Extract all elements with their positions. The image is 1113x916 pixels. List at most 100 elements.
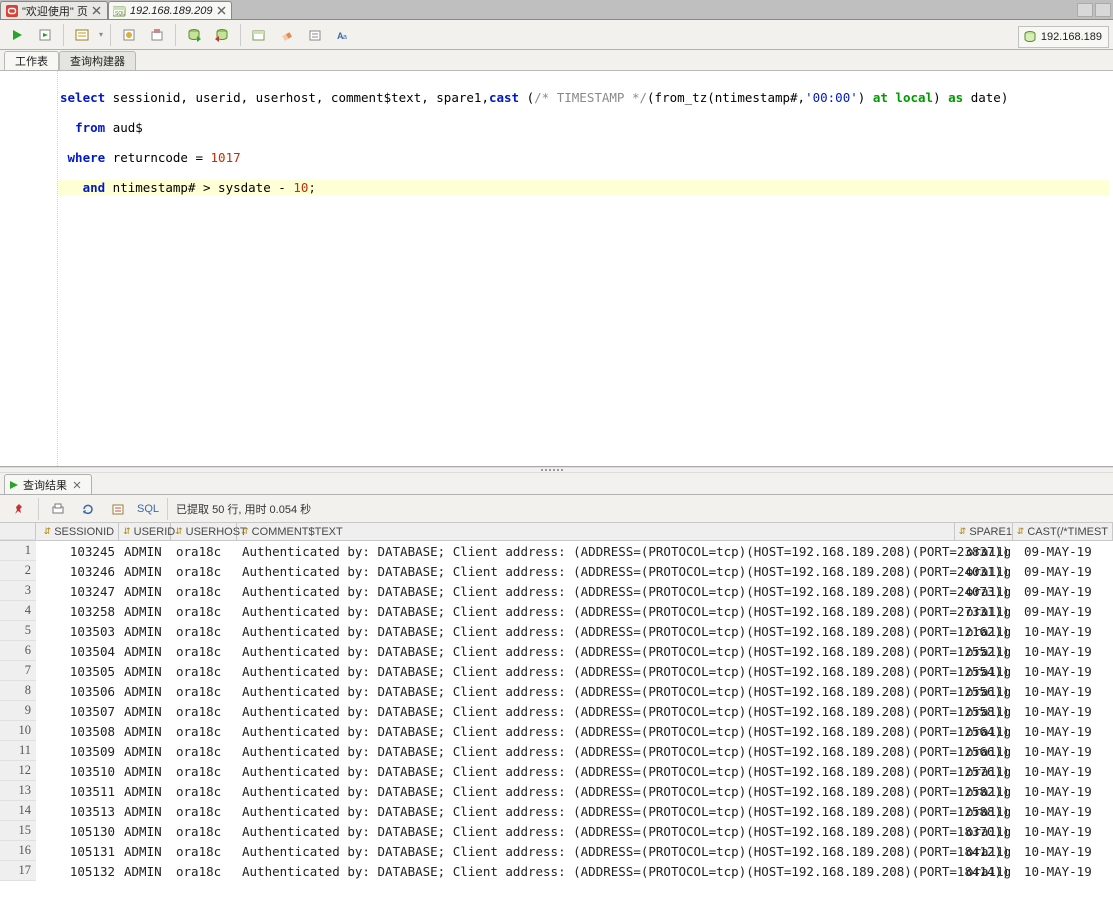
row-number: 17 (0, 861, 36, 881)
pin-button[interactable] (8, 498, 30, 520)
cell-cast: 10-MAY-19 (1020, 801, 1113, 821)
connection-indicator[interactable]: 192.168.189 (1018, 26, 1109, 48)
table-row[interactable]: 5103503ADMINora18cAuthenticated by: DATA… (0, 621, 1113, 641)
export-button[interactable] (107, 498, 129, 520)
close-icon[interactable] (215, 5, 227, 17)
oracle-icon (5, 4, 19, 18)
cell-userhost: ora18c (172, 761, 238, 781)
cell-userhost: ora18c (172, 741, 238, 761)
cell-spare1: ora11g (962, 801, 1020, 821)
table-row[interactable]: 17105132ADMINora18cAuthenticated by: DAT… (0, 861, 1113, 881)
table-row[interactable]: 13103511ADMINora18cAuthenticated by: DAT… (0, 781, 1113, 801)
refresh-button[interactable] (77, 498, 99, 520)
table-row[interactable]: 16105131ADMINora18cAuthenticated by: DAT… (0, 841, 1113, 861)
table-row[interactable]: 7103505ADMINora18cAuthenticated by: DATA… (0, 661, 1113, 681)
tab-prev-icon[interactable] (1077, 3, 1093, 17)
results-grid[interactable]: ⇵SESSIONID ⇵USERID ⇵USERHOST ⇵COMMENT$TE… (0, 523, 1113, 916)
sql-editor[interactable]: select sessionid, userid, userhost, comm… (58, 71, 1113, 466)
connection-label: 192.168.189 (1041, 31, 1102, 43)
cell-spare1: ora11g (962, 561, 1020, 581)
table-row[interactable]: 11103509ADMINora18cAuthenticated by: DAT… (0, 741, 1113, 761)
cell-spare1: ora11g (962, 821, 1020, 841)
col-comment[interactable]: COMMENT$TEXT (252, 526, 343, 538)
row-number: 4 (0, 601, 36, 621)
table-row[interactable]: 15105130ADMINora18cAuthenticated by: DAT… (0, 821, 1113, 841)
cell-sessionid: 105130 (36, 821, 120, 841)
table-row[interactable]: 3103247ADMINora18cAuthenticated by: DATA… (0, 581, 1113, 601)
table-row[interactable]: 4103258ADMINora18cAuthenticated by: DATA… (0, 601, 1113, 621)
run-script-button[interactable] (34, 24, 56, 46)
col-spare1[interactable]: SPARE1 (969, 526, 1012, 538)
rollback-button[interactable] (211, 24, 233, 46)
cell-userid: ADMIN (120, 541, 172, 561)
tab-query-result[interactable]: 查询结果 (4, 474, 92, 494)
cell-cast: 09-MAY-19 (1020, 541, 1113, 561)
unshared-worksheet-button[interactable] (248, 24, 270, 46)
cell-sessionid: 103506 (36, 681, 120, 701)
cell-sessionid: 103510 (36, 761, 120, 781)
cell-cast: 10-MAY-19 (1020, 861, 1113, 881)
row-number: 13 (0, 781, 36, 801)
cell-userid: ADMIN (120, 841, 172, 861)
run-button[interactable] (6, 24, 28, 46)
cell-spare1: ora11g (962, 781, 1020, 801)
cell-cast: 10-MAY-19 (1020, 761, 1113, 781)
table-row[interactable]: 1103245ADMINora18cAuthenticated by: DATA… (0, 541, 1113, 561)
table-row[interactable]: 6103504ADMINora18cAuthenticated by: DATA… (0, 641, 1113, 661)
cell-sessionid: 103505 (36, 661, 120, 681)
cell-userhost: ora18c (172, 561, 238, 581)
cell-spare1: ora11g (962, 741, 1020, 761)
table-row[interactable]: 10103508ADMINora18cAuthenticated by: DAT… (0, 721, 1113, 741)
cell-sessionid: 103246 (36, 561, 120, 581)
close-icon[interactable] (91, 5, 103, 17)
tab-worksheet[interactable]: 工作表 (4, 51, 59, 70)
cell-cast: 10-MAY-19 (1020, 721, 1113, 741)
cell-comment: Authenticated by: DATABASE; Client addre… (238, 861, 962, 881)
table-row[interactable]: 2103246ADMINora18cAuthenticated by: DATA… (0, 561, 1113, 581)
play-icon (9, 480, 19, 490)
clear-button[interactable] (276, 24, 298, 46)
tab-welcome[interactable]: "欢迎使用" 页 (0, 1, 108, 19)
table-row[interactable]: 12103510ADMINora18cAuthenticated by: DAT… (0, 761, 1113, 781)
cell-sessionid: 103258 (36, 601, 120, 621)
tab-query-builder[interactable]: 查询构建器 (59, 51, 136, 70)
cell-comment: Authenticated by: DATABASE; Client addre… (238, 581, 962, 601)
close-icon[interactable] (71, 479, 83, 491)
col-sessionid[interactable]: SESSIONID (54, 526, 114, 538)
table-row[interactable]: 9103507ADMINora18cAuthenticated by: DATA… (0, 701, 1113, 721)
cell-userid: ADMIN (120, 581, 172, 601)
cell-spare1: ora11g (962, 621, 1020, 641)
tab-next-icon[interactable] (1095, 3, 1111, 17)
table-row[interactable]: 14103513ADMINora18cAuthenticated by: DAT… (0, 801, 1113, 821)
sort-icon: ⇵ (123, 526, 131, 537)
case-toggle-button[interactable]: Aa (332, 24, 354, 46)
col-userid[interactable]: USERID (134, 526, 176, 538)
cell-userid: ADMIN (120, 681, 172, 701)
tab-connection[interactable]: SQL 192.168.189.209 (108, 1, 233, 19)
cell-userid: ADMIN (120, 641, 172, 661)
commit-button[interactable] (183, 24, 205, 46)
sql-link[interactable]: SQL (137, 503, 159, 515)
sql-tuning-button[interactable] (146, 24, 168, 46)
cell-userhost: ora18c (172, 641, 238, 661)
autotrace-button[interactable] (118, 24, 140, 46)
cell-userid: ADMIN (120, 661, 172, 681)
table-row[interactable]: 8103506ADMINora18cAuthenticated by: DATA… (0, 681, 1113, 701)
cell-comment: Authenticated by: DATABASE; Client addre… (238, 541, 962, 561)
cell-comment: Authenticated by: DATABASE; Client addre… (238, 781, 962, 801)
cell-comment: Authenticated by: DATABASE; Client addre… (238, 621, 962, 641)
explain-plan-button[interactable] (71, 24, 93, 46)
tab-label: 192.168.189.209 (130, 5, 213, 17)
cell-userhost: ora18c (172, 841, 238, 861)
cell-sessionid: 103509 (36, 741, 120, 761)
grid-header: ⇵SESSIONID ⇵USERID ⇵USERHOST ⇵COMMENT$TE… (0, 523, 1113, 541)
svg-text:SQL: SQL (115, 11, 125, 17)
tab-builder-label: 查询构建器 (70, 53, 125, 69)
cell-cast: 10-MAY-19 (1020, 781, 1113, 801)
col-cast[interactable]: CAST(/*TIMEST (1027, 526, 1108, 538)
cell-spare1: ora11g (962, 721, 1020, 741)
cell-userid: ADMIN (120, 561, 172, 581)
sql-history-button[interactable] (304, 24, 326, 46)
row-number: 16 (0, 841, 36, 861)
print-button[interactable] (47, 498, 69, 520)
